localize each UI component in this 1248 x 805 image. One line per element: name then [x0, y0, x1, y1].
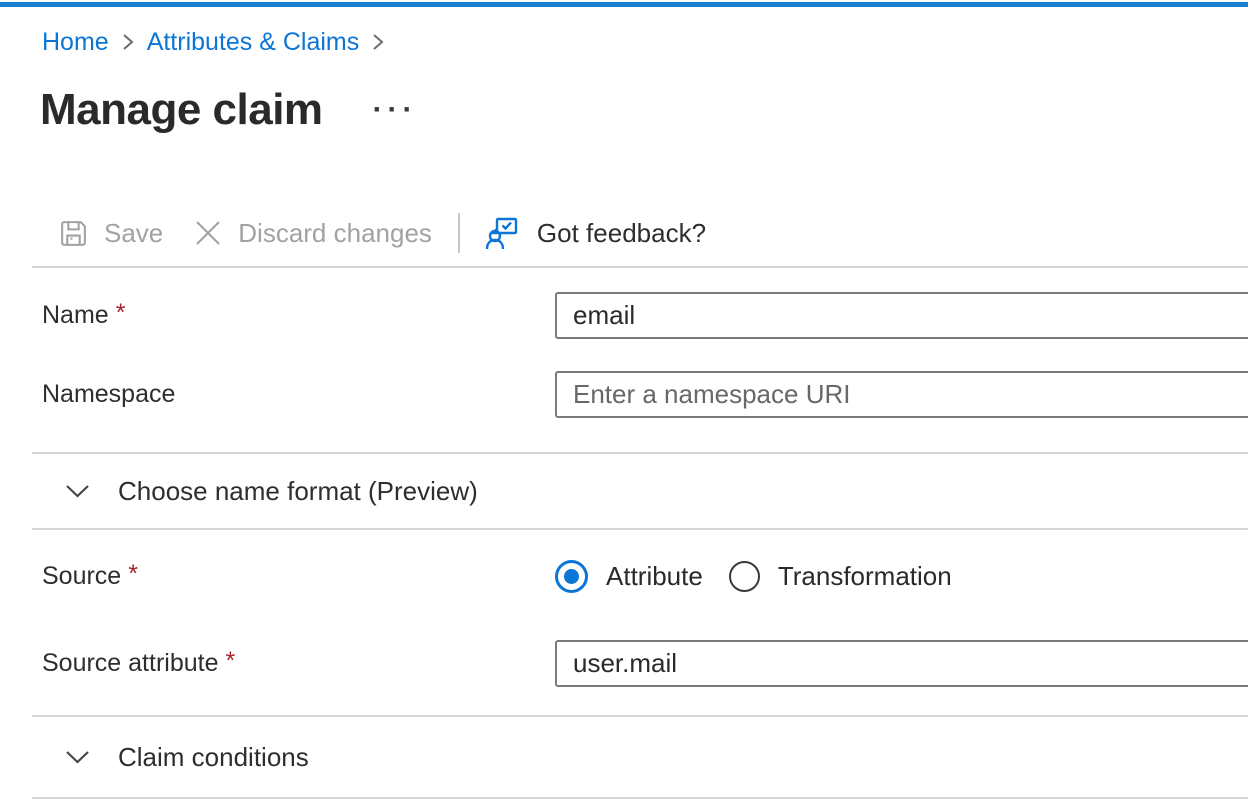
source-attribute-field-row: Source attribute* — [42, 640, 1248, 687]
section-divider — [32, 797, 1248, 799]
label-text: Name — [42, 301, 109, 329]
window-top-accent-stripe — [0, 2, 1248, 7]
command-bar: Save Discard changes Got feedback? — [40, 211, 1248, 255]
radio-button-icon — [729, 561, 760, 592]
save-button[interactable]: Save — [58, 218, 163, 249]
radio-button-icon — [555, 560, 588, 593]
section-label: Choose name format (Preview) — [118, 476, 478, 507]
chevron-right-icon — [371, 30, 385, 54]
discard-changes-button[interactable]: Discard changes — [193, 218, 432, 249]
chevron-right-icon — [121, 30, 135, 54]
namespace-field-label: Namespace — [42, 380, 555, 409]
name-field-row: Name* — [42, 292, 1248, 339]
section-label: Claim conditions — [118, 742, 309, 773]
name-field-wrap — [555, 292, 1248, 339]
radio-option-attribute[interactable]: Attribute — [555, 560, 703, 593]
source-attribute-field-wrap — [555, 640, 1248, 687]
breadcrumb-link-home[interactable]: Home — [42, 28, 109, 56]
save-icon — [58, 218, 89, 249]
section-claim-conditions[interactable]: Claim conditions — [40, 717, 1248, 797]
chevron-down-icon — [65, 483, 90, 499]
required-asterisk: * — [226, 647, 236, 675]
source-radio-group: Attribute Transformation — [555, 560, 952, 593]
got-feedback-label: Got feedback? — [537, 218, 706, 249]
label-text: Source — [42, 562, 121, 590]
namespace-input[interactable] — [555, 371, 1248, 418]
radio-label: Attribute — [606, 561, 703, 592]
got-feedback-button[interactable]: Got feedback? — [484, 214, 706, 252]
more-options-icon[interactable]: ··· — [369, 95, 422, 125]
close-x-icon — [193, 218, 223, 248]
feedback-person-icon — [484, 214, 522, 252]
radio-label: Transformation — [778, 561, 952, 592]
label-text: Namespace — [42, 380, 175, 408]
name-input[interactable] — [555, 292, 1248, 339]
source-attribute-field-label: Source attribute* — [42, 649, 555, 678]
discard-changes-label: Discard changes — [238, 218, 432, 249]
radio-option-transformation[interactable]: Transformation — [729, 561, 952, 592]
breadcrumb-link-attributes-claims[interactable]: Attributes & Claims — [147, 28, 360, 56]
label-text: Source attribute — [42, 649, 219, 677]
namespace-field-row: Namespace — [42, 371, 1248, 418]
toolbar-bottom-divider — [32, 266, 1248, 268]
save-label: Save — [104, 218, 163, 249]
chevron-down-icon — [65, 749, 90, 765]
source-field-label: Source* — [42, 562, 555, 591]
page-title: Manage claim — [40, 86, 323, 134]
radio-dot — [564, 569, 579, 584]
source-attribute-input[interactable] — [555, 640, 1248, 687]
section-choose-name-format[interactable]: Choose name format (Preview) — [40, 454, 1248, 528]
namespace-field-wrap — [555, 371, 1248, 418]
name-field-label: Name* — [42, 301, 555, 330]
section-divider — [32, 528, 1248, 530]
toolbar-divider — [458, 213, 460, 253]
required-asterisk: * — [116, 299, 126, 327]
breadcrumb: Home Attributes & Claims — [42, 28, 1248, 56]
source-field-row: Source* Attribute Transformation — [42, 556, 1248, 596]
page-header: Manage claim ··· — [40, 86, 1248, 134]
required-asterisk: * — [128, 560, 138, 588]
